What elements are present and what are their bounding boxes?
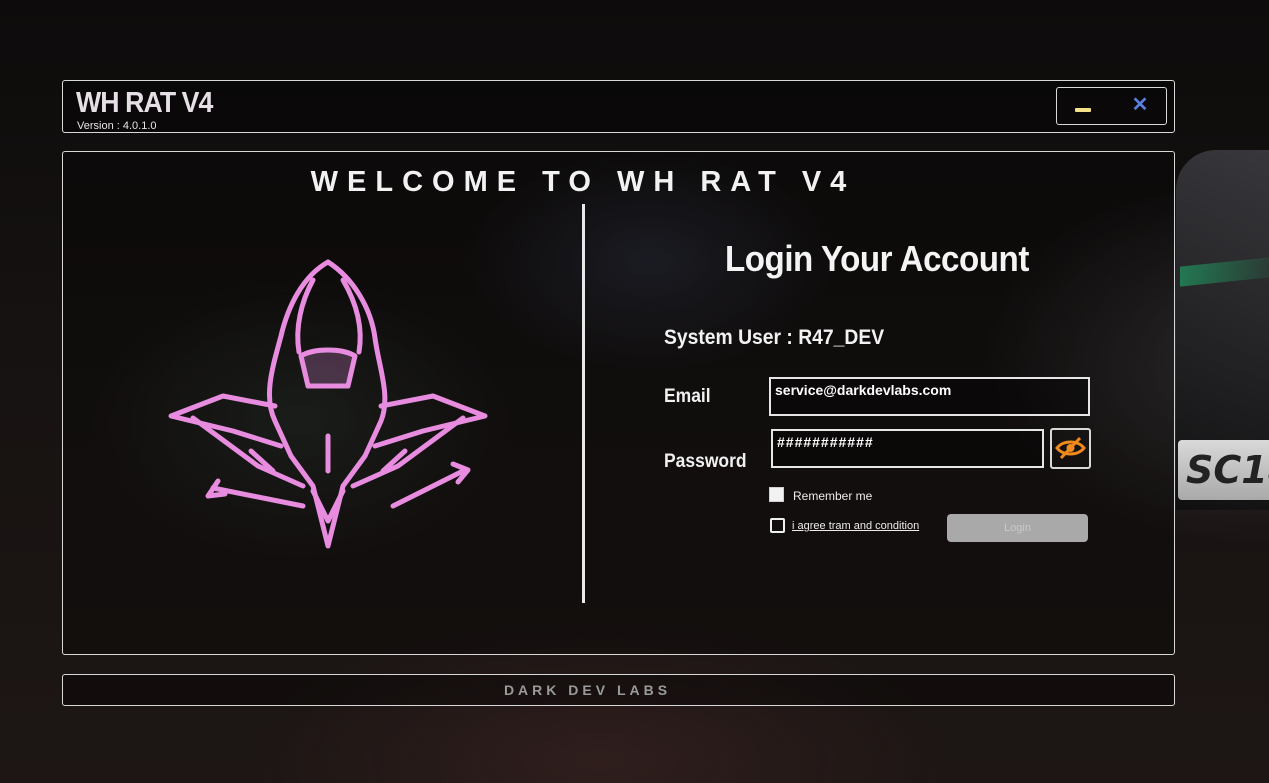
eye-slash-icon bbox=[1055, 436, 1086, 460]
system-user-label: System User : R47_DEV bbox=[664, 326, 885, 349]
agree-terms-link[interactable]: i agree tram and condition bbox=[792, 520, 919, 532]
welcome-heading: WELCOME TO WH RAT V4 bbox=[310, 166, 856, 198]
title-bar: WH RAT V4 Version : 4.0.1.0 ✕ bbox=[62, 80, 1175, 133]
show-password-button[interactable] bbox=[1050, 428, 1091, 469]
window-controls: ✕ bbox=[1056, 87, 1167, 125]
footer-bar: DARK DEV LABS bbox=[62, 674, 1175, 706]
vertical-divider bbox=[582, 204, 585, 603]
agree-terms-checkbox[interactable] bbox=[770, 518, 785, 533]
login-button[interactable]: Login bbox=[947, 514, 1088, 542]
minimize-icon[interactable] bbox=[1073, 102, 1093, 112]
email-label: Email bbox=[664, 386, 711, 407]
close-icon[interactable]: ✕ bbox=[1129, 92, 1151, 118]
app-title: WH RAT V4 bbox=[76, 87, 213, 119]
main-panel: WELCOME TO WH RAT V4 Login Your Account … bbox=[62, 151, 1175, 655]
email-field[interactable]: service@darkdevlabs.com bbox=[769, 377, 1090, 416]
app-version: Version : 4.0.1.0 bbox=[77, 120, 157, 132]
password-label: Password bbox=[664, 451, 747, 472]
background-plate: SC18 bbox=[1178, 440, 1269, 500]
remember-me-checkbox[interactable] bbox=[769, 487, 784, 502]
footer-brand: DARK DEV LABS bbox=[503, 682, 672, 698]
remember-me-label: Remember me bbox=[793, 489, 873, 503]
password-field[interactable]: ########### bbox=[771, 429, 1044, 468]
hooded-assassin-logo bbox=[168, 259, 488, 549]
login-heading: Login Your Account bbox=[725, 238, 1029, 279]
